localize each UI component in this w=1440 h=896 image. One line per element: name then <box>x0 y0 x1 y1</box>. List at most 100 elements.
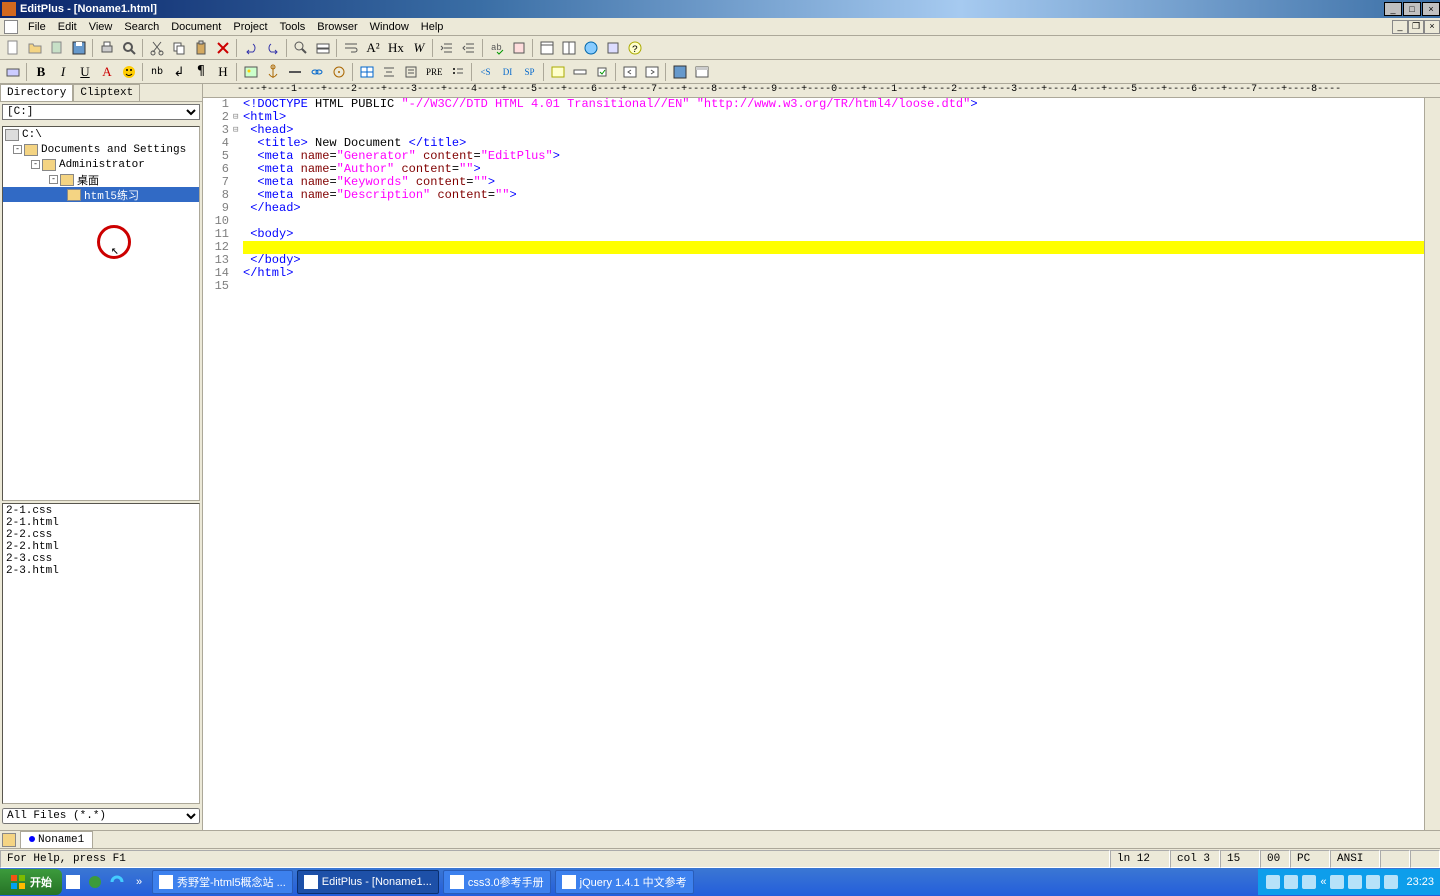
target-button[interactable] <box>329 62 349 82</box>
spell-button[interactable]: ab <box>487 38 507 58</box>
menu-file[interactable]: File <box>22 19 52 35</box>
link-button[interactable] <box>307 62 327 82</box>
preview-button[interactable] <box>119 38 139 58</box>
break-button[interactable]: ↲ <box>169 62 189 82</box>
taskbar-item[interactable]: 秀野堂-html5概念站 ... <box>152 870 293 894</box>
font-size-button[interactable]: A² <box>363 38 383 58</box>
italic-button[interactable]: I <box>53 62 73 82</box>
print-button[interactable] <box>97 38 117 58</box>
underline-button[interactable]: U <box>75 62 95 82</box>
tree-toggle-icon[interactable]: - <box>49 175 58 184</box>
quicklaunch-more[interactable]: » <box>129 872 149 892</box>
delete-button[interactable] <box>213 38 233 58</box>
code-line[interactable]: </html> <box>243 267 1440 280</box>
nav-fwd-button[interactable] <box>642 62 662 82</box>
code-line[interactable] <box>243 241 1440 254</box>
mdi-restore[interactable]: ❐ <box>1408 20 1424 34</box>
file-item[interactable]: 2-1.html <box>4 517 198 529</box>
clock[interactable]: 23:23 <box>1406 876 1434 888</box>
tree-item[interactable]: C:\ <box>3 127 199 142</box>
directory-tree[interactable]: C:\-Documents and Settings-Administrator… <box>2 126 200 501</box>
heading-button[interactable]: H <box>213 62 233 82</box>
code-line[interactable]: </head> <box>243 202 1440 215</box>
code-editor[interactable]: 123456789101112131415 ⊟⊟ <!DOCTYPE HTML … <box>203 98 1440 830</box>
minimize-button[interactable]: _ <box>1384 2 1402 16</box>
taskbar-item[interactable]: css3.0参考手册 <box>443 870 551 894</box>
smiley-button[interactable] <box>119 62 139 82</box>
tray-icon-4[interactable] <box>1330 875 1344 889</box>
file-filter-select[interactable]: All Files (*.*) <box>2 808 200 824</box>
span-button[interactable]: SP <box>520 62 540 82</box>
hr-button[interactable] <box>285 62 305 82</box>
color-box[interactable] <box>3 62 23 82</box>
browser-button[interactable] <box>581 38 601 58</box>
code-line[interactable]: <!DOCTYPE HTML PUBLIC "-//W3C//DTD HTML … <box>243 98 1440 111</box>
start-button[interactable]: 开始 <box>0 869 62 895</box>
replace-button[interactable] <box>313 38 333 58</box>
center-button[interactable] <box>379 62 399 82</box>
nav-back-button[interactable] <box>620 62 640 82</box>
pre-button[interactable]: PRE <box>423 62 446 82</box>
menu-edit[interactable]: Edit <box>52 19 83 35</box>
document-tab[interactable]: Noname1 <box>20 831 93 849</box>
script-button[interactable]: <S <box>476 62 496 82</box>
tray-icon-7[interactable] <box>1384 875 1398 889</box>
menu-window[interactable]: Window <box>364 19 415 35</box>
code-line[interactable] <box>243 215 1440 228</box>
input-button[interactable] <box>570 62 590 82</box>
template-button[interactable] <box>47 38 67 58</box>
outdent-button[interactable] <box>459 38 479 58</box>
tray-icon-6[interactable] <box>1366 875 1380 889</box>
window-button[interactable] <box>537 38 557 58</box>
file-item[interactable]: 2-1.css <box>4 505 198 517</box>
menu-search[interactable]: Search <box>118 19 165 35</box>
file-item[interactable]: 2-2.html <box>4 541 198 553</box>
help-button[interactable]: ? <box>625 38 645 58</box>
menu-document[interactable]: Document <box>165 19 227 35</box>
undo-button[interactable] <box>241 38 261 58</box>
tray-expand[interactable]: « <box>1320 876 1326 888</box>
form-button[interactable] <box>548 62 568 82</box>
nbsp-button[interactable]: nb <box>147 62 167 82</box>
image-button[interactable] <box>241 62 261 82</box>
taskbar-item[interactable]: EditPlus - [Noname1... <box>297 870 439 894</box>
tray-icon-3[interactable] <box>1302 875 1316 889</box>
tree-item[interactable]: -Administrator <box>3 157 199 172</box>
font-button[interactable]: A <box>97 62 117 82</box>
find-button[interactable] <box>291 38 311 58</box>
table-button[interactable] <box>357 62 377 82</box>
quicklaunch-ie[interactable] <box>107 872 127 892</box>
tree-toggle-icon[interactable]: - <box>13 145 22 154</box>
checkbox-button[interactable] <box>592 62 612 82</box>
tree-item[interactable]: -桌面 <box>3 172 199 187</box>
mdi-minimize[interactable]: _ <box>1392 20 1408 34</box>
anchor-button[interactable] <box>263 62 283 82</box>
quicklaunch-2[interactable] <box>85 872 105 892</box>
copy-button[interactable] <box>169 38 189 58</box>
mdi-close[interactable]: × <box>1424 20 1440 34</box>
quicklaunch-1[interactable] <box>63 872 83 892</box>
code-line[interactable]: <meta name="Description" content=""> <box>243 189 1440 202</box>
tree-item[interactable]: -Documents and Settings <box>3 142 199 157</box>
code-line[interactable]: </body> <box>243 254 1440 267</box>
tree-toggle-icon[interactable]: - <box>31 160 40 169</box>
split-button[interactable] <box>559 38 579 58</box>
menu-tools[interactable]: Tools <box>274 19 312 35</box>
code-line[interactable]: <html> <box>243 111 1440 124</box>
sidebar-tab-directory[interactable]: Directory <box>0 84 73 101</box>
tree-item[interactable]: html5练习 <box>3 187 199 202</box>
panel-button[interactable] <box>692 62 712 82</box>
save-button[interactable] <box>69 38 89 58</box>
cut-button[interactable] <box>147 38 167 58</box>
block-button[interactable] <box>401 62 421 82</box>
wordwrap-toggle[interactable]: W <box>409 38 429 58</box>
file-item[interactable]: 2-2.css <box>4 529 198 541</box>
menu-help[interactable]: Help <box>415 19 450 35</box>
tool2-button[interactable] <box>603 38 623 58</box>
wordwrap-button[interactable] <box>341 38 361 58</box>
list-button[interactable] <box>448 62 468 82</box>
menu-view[interactable]: View <box>83 19 119 35</box>
file-list[interactable]: 2-1.css2-1.html2-2.css2-2.html2-3.css2-3… <box>2 503 200 804</box>
paragraph-button[interactable]: ¶ <box>191 62 211 82</box>
open-button[interactable] <box>25 38 45 58</box>
